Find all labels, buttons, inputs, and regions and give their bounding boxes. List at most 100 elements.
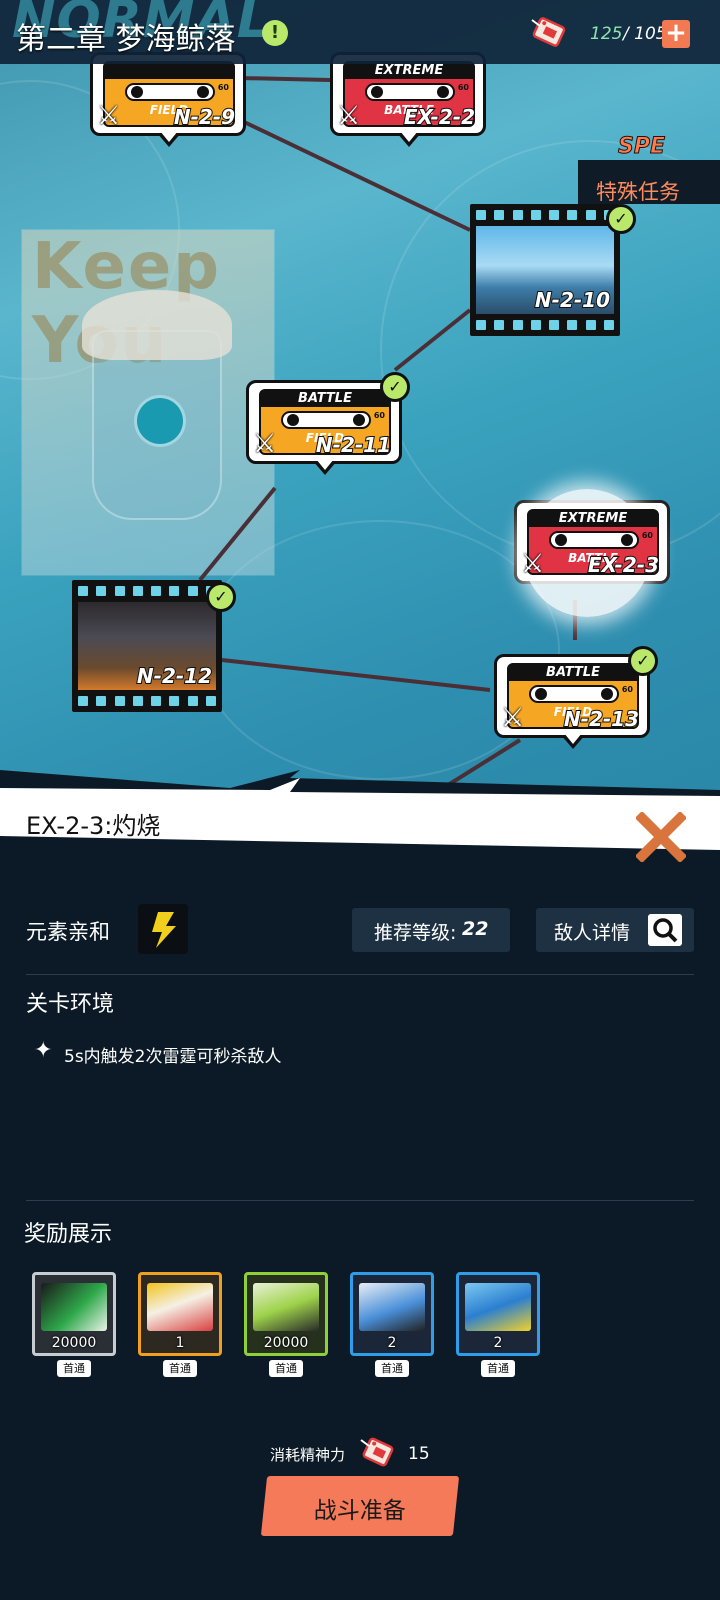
first-clear-tag: 首通 [163, 1360, 197, 1377]
stamina-add-button[interactable]: + [662, 20, 690, 48]
cassette-number: 60 [217, 83, 229, 92]
ticket-icon [147, 1283, 213, 1331]
reward-item-gold[interactable]: 20000 [32, 1272, 116, 1356]
material-can-icon [359, 1283, 425, 1331]
stage-code: EX-2-2 [403, 104, 476, 130]
node-pointer [313, 459, 337, 475]
cassette-reel [365, 83, 455, 101]
reward-quantity: 20000 [263, 1335, 309, 1351]
first-clear-tag: 首通 [375, 1360, 409, 1377]
stage-code: N-2-12 [136, 663, 213, 689]
battle-prepare-button[interactable]: 战斗准备 [260, 1476, 460, 1536]
info-icon[interactable]: ! [262, 20, 288, 46]
film-holes [476, 320, 614, 330]
lightning-element-icon[interactable] [138, 904, 188, 954]
film-holes [78, 586, 216, 596]
stage-node-n-2-9[interactable]: 60 FIELD ⚔ N-2-9 [90, 52, 246, 147]
reward-item-exp[interactable]: 20000 [244, 1272, 328, 1356]
film-holes [78, 696, 216, 706]
cassette-header [105, 63, 233, 79]
cassette-reel [549, 531, 639, 549]
stage-code: N-2-9 [173, 104, 236, 130]
sparkle-icon: ✦ [34, 1038, 53, 1063]
reward-item-material-b[interactable]: 2 [456, 1272, 540, 1356]
cassette-header: EXTREME [345, 63, 473, 79]
crossed-swords-icon: ⚔ [97, 101, 121, 131]
reward-quantity: 2 [493, 1335, 503, 1351]
cleared-check-icon: ✓ [380, 372, 410, 402]
cleared-check-icon: ✓ [606, 204, 636, 234]
path-segment [239, 76, 331, 82]
cassette-number: 60 [373, 411, 385, 420]
exp-card-icon [253, 1283, 319, 1331]
stage-node-n-2-12[interactable]: N-2-12 [72, 580, 222, 712]
divider [26, 974, 694, 975]
stage-node-n-2-10[interactable]: N-2-10 [470, 204, 620, 336]
stamina-current: 125 [590, 24, 623, 44]
spray-can-icon [465, 1283, 531, 1331]
spe-label: SPE [618, 134, 666, 160]
stage-code: N-2-11 [315, 432, 392, 458]
stage-node-n-2-11[interactable]: BATTLE 60 FIELD ⚔ N-2-11 [246, 380, 402, 475]
close-icon[interactable] [636, 812, 686, 862]
battle-prepare-label: 战斗准备 [313, 1498, 406, 1524]
cleared-check-icon: ✓ [206, 582, 236, 612]
stage-node-ex-2-3-selected[interactable]: EXTREME 60 BATTLE ⚔ EX-2-3 [514, 489, 670, 617]
recommended-level-label: 推荐等级: [374, 922, 457, 944]
stamina-ticket-icon [360, 1437, 394, 1467]
stamina-cost-label: 消耗精神力 [270, 1446, 346, 1464]
reward-quantity: 20000 [51, 1335, 97, 1351]
stage-environment-text: 5s内触发2次雷霆可秒杀敌人 [64, 1047, 282, 1067]
cassette-header: EXTREME [529, 511, 657, 527]
first-clear-tag: 首通 [57, 1360, 91, 1377]
stage-environment-title: 关卡环境 [26, 992, 115, 1017]
cassette-reel [125, 83, 215, 101]
crossed-swords-icon: ⚔ [253, 429, 277, 459]
stage-node-n-2-13[interactable]: BATTLE 60 FIELD ⚔ N-2-13 [494, 654, 650, 749]
cassette-reel [281, 411, 371, 429]
chapter-title: 第二章 梦海鲸落 [16, 22, 236, 57]
special-task-label[interactable]: 特殊任务 [596, 176, 680, 206]
path-segment [221, 658, 491, 692]
enemy-detail-button[interactable]: 敌人详情 [536, 908, 694, 952]
divider [26, 1200, 694, 1201]
stamina-cost-value: 15 [408, 1444, 430, 1464]
enemy-detail-label: 敌人详情 [554, 922, 631, 944]
crossed-swords-icon: ⚔ [337, 101, 361, 131]
path-segment [239, 118, 471, 232]
reward-quantity: 2 [387, 1335, 397, 1351]
stage-title: EX-2-3:灼烧 [26, 812, 161, 840]
stage-code: N-2-10 [534, 287, 611, 313]
path-segment [198, 486, 277, 582]
cassette-number: 60 [457, 83, 469, 92]
cassette-header: BATTLE [509, 665, 637, 681]
stage-map[interactable]: Keep You 60 FIELD ⚔ N-2-9 EXTREME [0, 0, 720, 790]
node-pointer [397, 131, 421, 147]
recommended-level-value: 22 [462, 918, 489, 940]
top-bar: NORMAL 第二章 梦海鲸落 ! 125 / 105 + [0, 0, 720, 64]
gold-currency-icon [41, 1283, 107, 1331]
crossed-swords-icon: ⚔ [521, 549, 545, 579]
path-segment [393, 308, 472, 372]
cassette-number: 60 [641, 531, 653, 540]
reward-item-ticket[interactable]: 1 [138, 1272, 222, 1356]
reward-item-material-a[interactable]: 2 [350, 1272, 434, 1356]
stamina-max: / 105 [623, 24, 667, 44]
stage-code: N-2-13 [563, 706, 640, 732]
search-icon [648, 914, 682, 946]
stage-code: EX-2-3 [587, 552, 660, 578]
stage-node-ex-2-2[interactable]: EXTREME 60 BATTLE ⚔ EX-2-2 [330, 52, 486, 147]
element-affinity-label: 元素亲和 [26, 920, 110, 944]
first-clear-tag: 首通 [481, 1360, 515, 1377]
node-pointer [561, 733, 585, 749]
reward-title: 奖励展示 [24, 1222, 113, 1247]
cleared-check-icon: ✓ [628, 646, 658, 676]
crossed-swords-icon: ⚔ [501, 703, 525, 733]
cassette-number: 60 [621, 685, 633, 694]
node-pointer [157, 131, 181, 147]
stamina-ticket-icon [531, 17, 566, 47]
first-clear-tag: 首通 [269, 1360, 303, 1377]
cassette-header: BATTLE [261, 391, 389, 407]
cassette-reel [529, 685, 619, 703]
film-holes [476, 210, 614, 220]
